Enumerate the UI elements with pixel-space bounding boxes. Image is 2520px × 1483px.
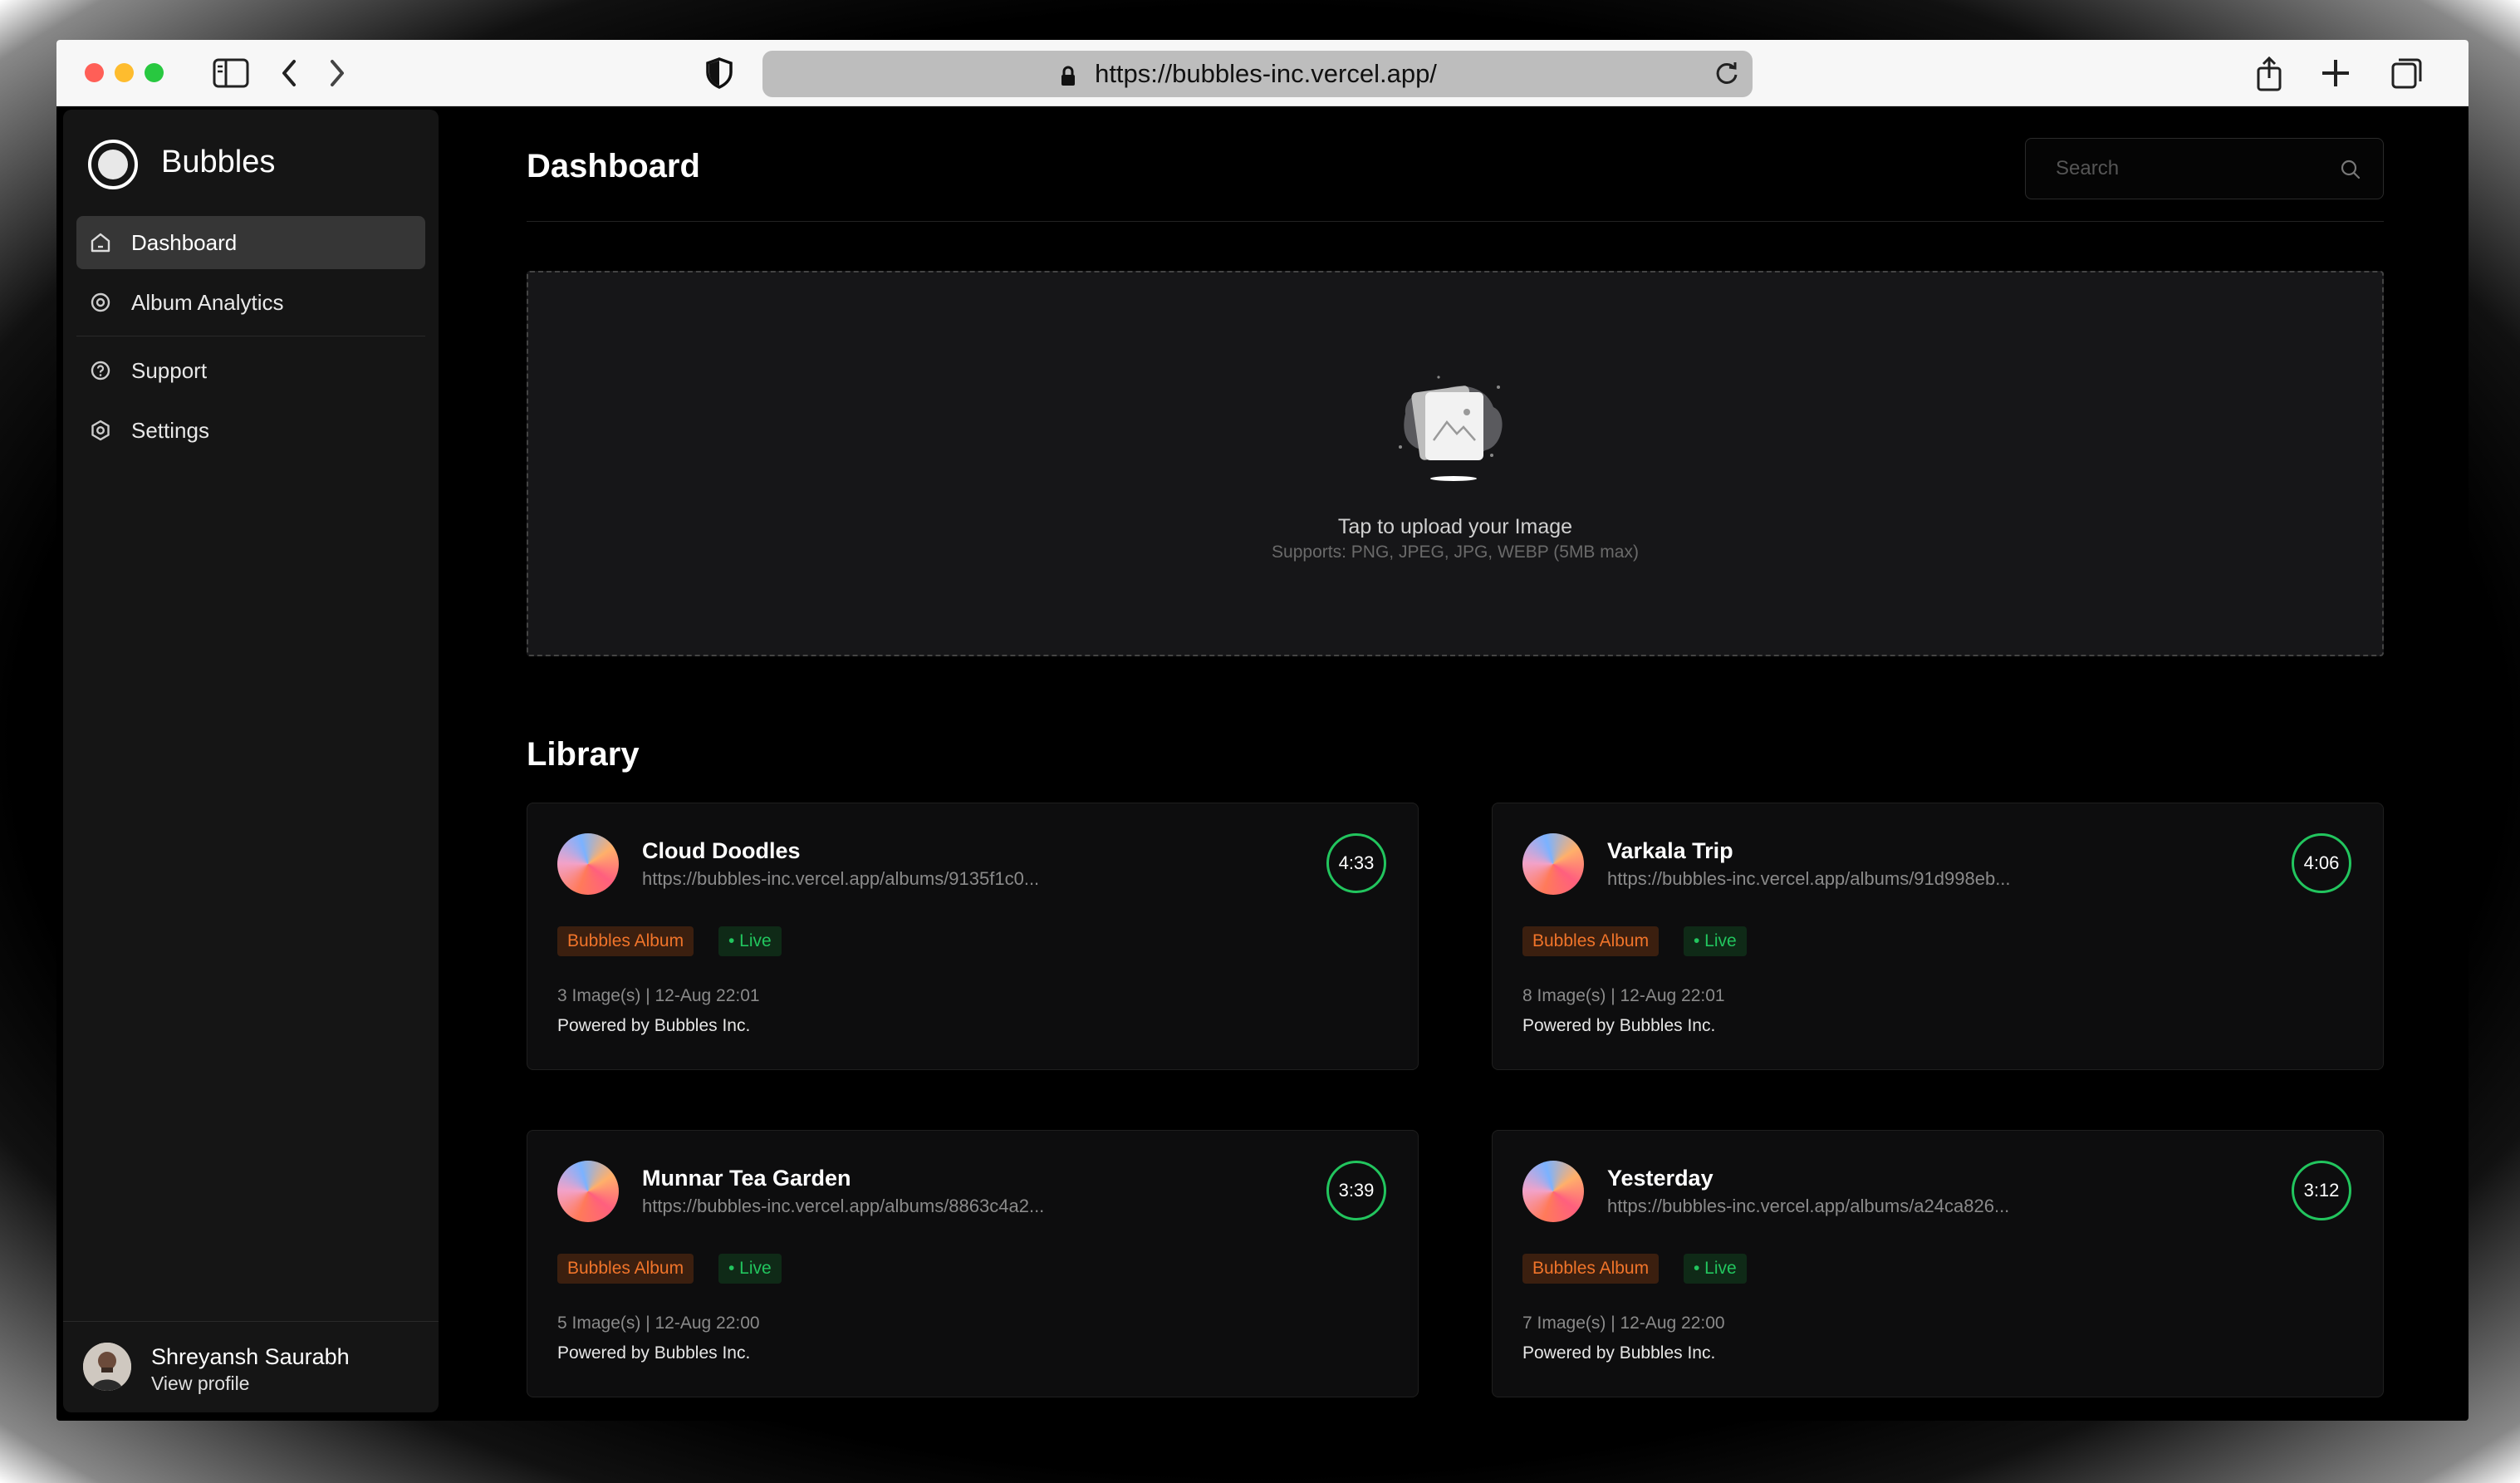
user-name: Shreyansh Saurabh: [151, 1344, 350, 1369]
new-tab-icon[interactable]: [2317, 55, 2354, 91]
album-title: Yesterday: [1607, 1166, 1714, 1191]
album-title: Munnar Tea Garden: [642, 1166, 851, 1191]
album-meta: 5 Image(s) | 12-Aug 22:00: [557, 1314, 760, 1333]
share-icon[interactable]: [2251, 55, 2287, 91]
album-title: Cloud Doodles: [642, 838, 801, 863]
album-type-badge: Bubbles Album: [1522, 926, 1660, 956]
sidebar-item-support[interactable]: Support: [76, 344, 425, 397]
privacy-shield-icon[interactable]: [701, 55, 738, 91]
album-card[interactable]: Munnar Tea Garden https://bubbles-inc.ve…: [527, 1130, 1419, 1397]
bubbles-logo-icon: [88, 140, 138, 189]
upload-title: Tap to upload your Image: [1337, 515, 1573, 538]
url-text: https://bubbles-inc.vercel.app/: [1095, 59, 1437, 88]
album-thumbnail: [1522, 1161, 1584, 1222]
zoom-window-button[interactable]: [145, 63, 164, 82]
sidebar-item-label: Settings: [131, 417, 209, 443]
album-meta: 7 Image(s) | 12-Aug 22:00: [1522, 1314, 1725, 1333]
minimize-window-button[interactable]: [115, 63, 134, 82]
album-thumbnail: [557, 1161, 619, 1222]
sidebar-toggle-icon[interactable]: [211, 55, 251, 91]
avatar[interactable]: [83, 1343, 131, 1391]
album-thumbnail: [1522, 833, 1584, 895]
close-window-button[interactable]: [85, 63, 104, 82]
sidebar-item-label: Album Analytics: [131, 289, 284, 315]
countdown-timer: 3:12: [2292, 1161, 2351, 1220]
search-input[interactable]: [2056, 157, 2330, 180]
status-badge: • Live: [1684, 1254, 1747, 1284]
sidebar: Bubbles Dashboard Album Analytics Suppor…: [63, 110, 439, 1412]
browser-window: https://bubbles-inc.vercel.app/ Bubbles …: [56, 40, 2469, 1421]
album-type-badge: Bubbles Album: [557, 1254, 694, 1284]
back-icon[interactable]: [274, 55, 304, 91]
album-card[interactable]: Varkala Trip https://bubbles-inc.vercel.…: [1492, 803, 2384, 1070]
album-footer: Powered by Bubbles Inc.: [557, 1343, 751, 1363]
sidebar-item-album-analytics[interactable]: Album Analytics: [76, 276, 425, 329]
album-url[interactable]: https://bubbles-inc.vercel.app/albums/91…: [642, 868, 1039, 890]
album-footer: Powered by Bubbles Inc.: [557, 1016, 751, 1035]
brand-name: Bubbles: [161, 145, 276, 179]
sidebar-item-settings[interactable]: Settings: [76, 404, 425, 457]
tab-overview-icon[interactable]: [2389, 55, 2425, 91]
album-meta: 8 Image(s) | 12-Aug 22:01: [1522, 986, 1725, 1005]
view-profile-link[interactable]: View profile: [151, 1373, 249, 1395]
page-title: Dashboard: [527, 148, 700, 184]
search-box: [2025, 138, 2384, 199]
album-type-badge: Bubbles Album: [1522, 1254, 1660, 1284]
forward-icon[interactable]: [322, 55, 352, 91]
browser-toolbar: https://bubbles-inc.vercel.app/: [56, 40, 2469, 106]
album-thumbnail: [557, 833, 619, 895]
reload-icon[interactable]: [1713, 59, 1741, 94]
title-divider: [527, 221, 2384, 222]
status-badge: • Live: [718, 926, 782, 956]
album-type-badge: Bubbles Album: [557, 926, 694, 956]
sidebar-item-dashboard[interactable]: Dashboard: [76, 216, 425, 269]
album-url[interactable]: https://bubbles-inc.vercel.app/albums/91…: [1607, 868, 2011, 890]
status-badge: • Live: [1684, 926, 1747, 956]
countdown-timer: 3:39: [1326, 1161, 1386, 1220]
sidebar-footer-divider: [63, 1321, 439, 1322]
upload-subtitle: Supports: PNG, JPEG, JPG, WEBP (5MB max): [1272, 543, 1639, 562]
album-footer: Powered by Bubbles Inc.: [1522, 1343, 1716, 1363]
album-card[interactable]: Yesterday https://bubbles-inc.vercel.app…: [1492, 1130, 2384, 1397]
image-upload-icon: [1387, 364, 1512, 489]
library-title: Library: [527, 736, 640, 773]
target-icon: [88, 292, 113, 313]
help-circle-icon: [88, 360, 113, 381]
countdown-timer: 4:06: [2292, 833, 2351, 893]
album-url[interactable]: https://bubbles-inc.vercel.app/albums/88…: [642, 1196, 1044, 1217]
image-upload-dropzone[interactable]: Tap to upload your Image Supports: PNG, …: [527, 271, 2384, 656]
lock-icon: [1060, 64, 1076, 94]
sidebar-item-label: Dashboard: [131, 229, 238, 255]
gear-icon: [88, 420, 113, 441]
album-title: Varkala Trip: [1607, 838, 1733, 863]
sidebar-item-label: Support: [131, 357, 208, 383]
album-meta: 3 Image(s) | 12-Aug 22:01: [557, 986, 760, 1005]
countdown-timer: 4:33: [1326, 833, 1386, 893]
status-badge: • Live: [718, 1254, 782, 1284]
home-icon: [88, 232, 113, 253]
address-bar[interactable]: https://bubbles-inc.vercel.app/: [762, 51, 1753, 97]
album-card[interactable]: Cloud Doodles https://bubbles-inc.vercel…: [527, 803, 1419, 1070]
album-footer: Powered by Bubbles Inc.: [1522, 1016, 1716, 1035]
album-url[interactable]: https://bubbles-inc.vercel.app/albums/a2…: [1607, 1196, 2009, 1217]
search-icon[interactable]: [2340, 159, 2361, 184]
